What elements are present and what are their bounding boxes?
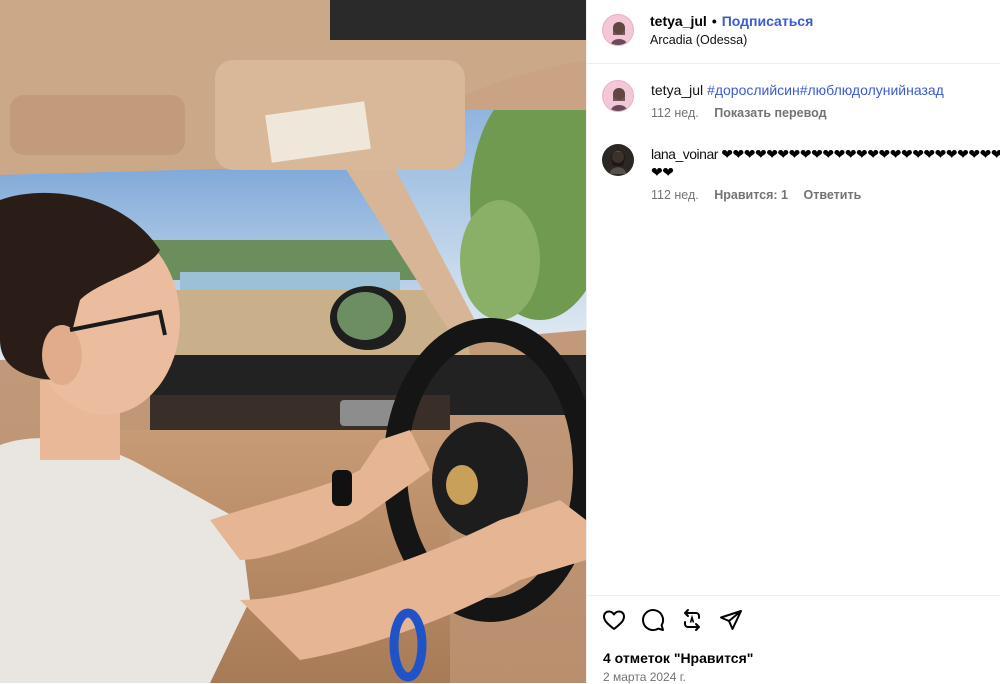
post-location[interactable]: Arcadia (Odessa) — [650, 33, 747, 47]
comment-hashtags[interactable]: #дорослийсин#люблюдолунийназад — [707, 82, 944, 98]
comment-time[interactable]: 112 нед. — [651, 188, 699, 202]
comment-username[interactable]: lana_voinar — [651, 146, 718, 162]
likes-count[interactable]: 4 отметок "Нравится" — [603, 650, 753, 666]
comment-time[interactable]: 112 нед. — [651, 106, 699, 120]
author-avatar[interactable] — [602, 14, 634, 46]
heart-icon[interactable] — [602, 608, 628, 634]
comment-text-cont: ❤❤ — [651, 164, 674, 180]
post-photo[interactable] — [0, 0, 586, 683]
follow-button[interactable]: Подписаться — [722, 13, 814, 29]
post-date[interactable]: 2 марта 2024 г. — [603, 670, 686, 684]
car-interior-image — [0, 0, 586, 683]
separator-dot: • — [711, 13, 717, 29]
comment-avatar[interactable] — [602, 144, 634, 176]
show-translation-button[interactable]: Показать перевод — [714, 106, 826, 120]
post-footer: 4 отметок "Нравится" 2 марта 2024 г. — [587, 595, 1000, 684]
comment-icon[interactable] — [641, 608, 667, 634]
comment-avatar[interactable] — [602, 80, 634, 112]
comment-likes-button[interactable]: Нравится: 1 — [714, 188, 788, 202]
author-username[interactable]: tetya_jul — [650, 13, 707, 29]
comment-text: ❤❤❤❤❤❤❤❤❤❤❤❤❤❤❤❤❤❤❤❤❤❤❤❤❤ — [721, 146, 1000, 162]
reply-button[interactable]: Ответить — [804, 188, 862, 202]
post-details-panel: tetya_jul • Подписаться Arcadia (Odessa) t… — [586, 0, 1000, 684]
repost-icon[interactable] — [680, 608, 706, 634]
send-icon[interactable] — [719, 608, 745, 634]
comment-username[interactable]: tetya_jul — [651, 82, 703, 98]
post-header: tetya_jul • Подписаться Arcadia (Odessa) — [587, 0, 1000, 64]
